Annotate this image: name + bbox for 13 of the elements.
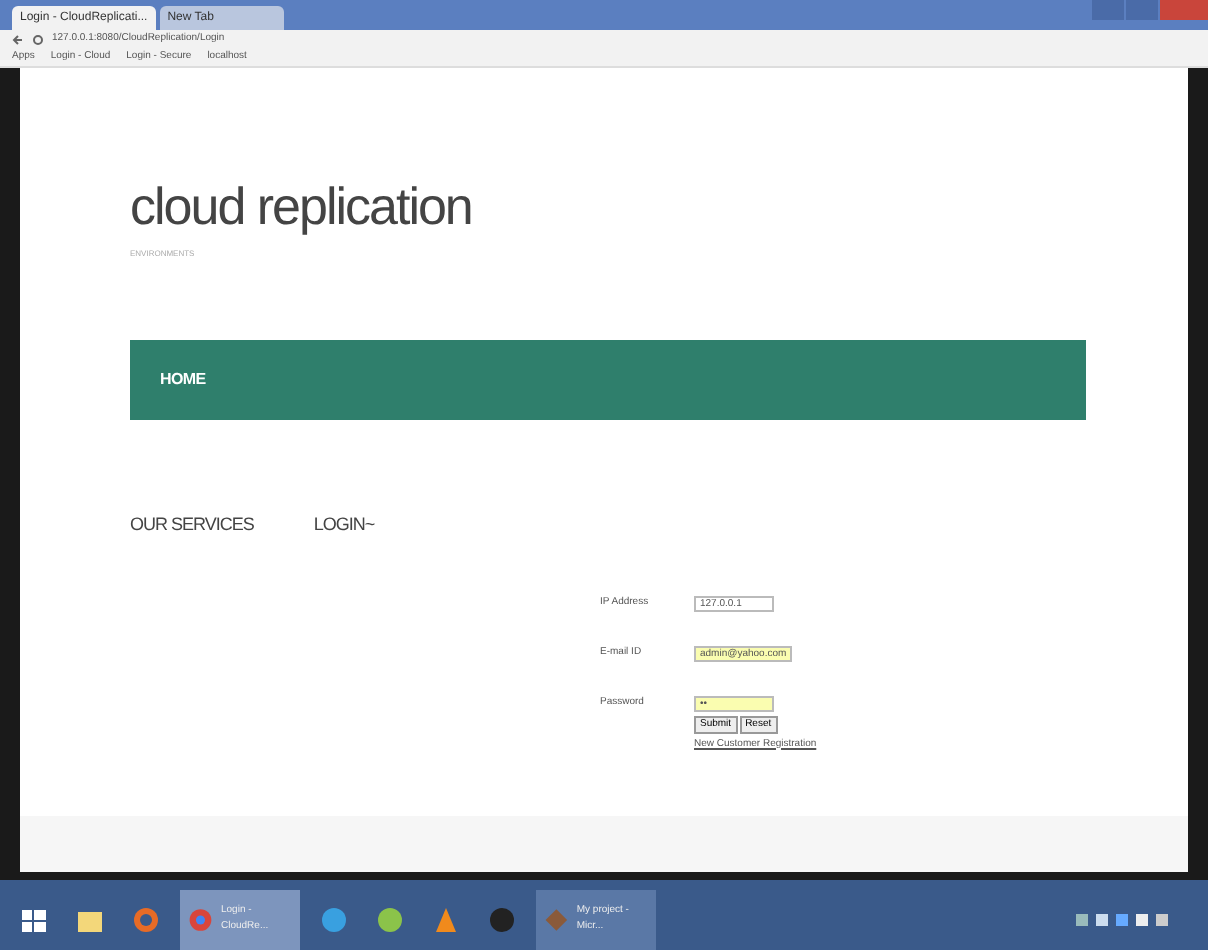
browser-icon[interactable] bbox=[318, 903, 350, 935]
menu-link[interactable]: OUR SERVICES bbox=[130, 512, 254, 539]
reload-icon[interactable] bbox=[32, 34, 44, 46]
app-icon bbox=[542, 903, 571, 935]
app-icon[interactable] bbox=[374, 903, 406, 935]
browser-icon bbox=[186, 903, 215, 935]
nav-link[interactable]: HOME bbox=[160, 368, 206, 392]
browser-icon[interactable] bbox=[130, 903, 162, 935]
cone-icon[interactable] bbox=[430, 903, 462, 935]
menu-link[interactable]: LOGIN~ bbox=[313, 512, 375, 539]
app-icon[interactable] bbox=[486, 903, 518, 935]
site-title: cloud replication bbox=[130, 180, 474, 232]
back-icon[interactable] bbox=[12, 34, 24, 46]
